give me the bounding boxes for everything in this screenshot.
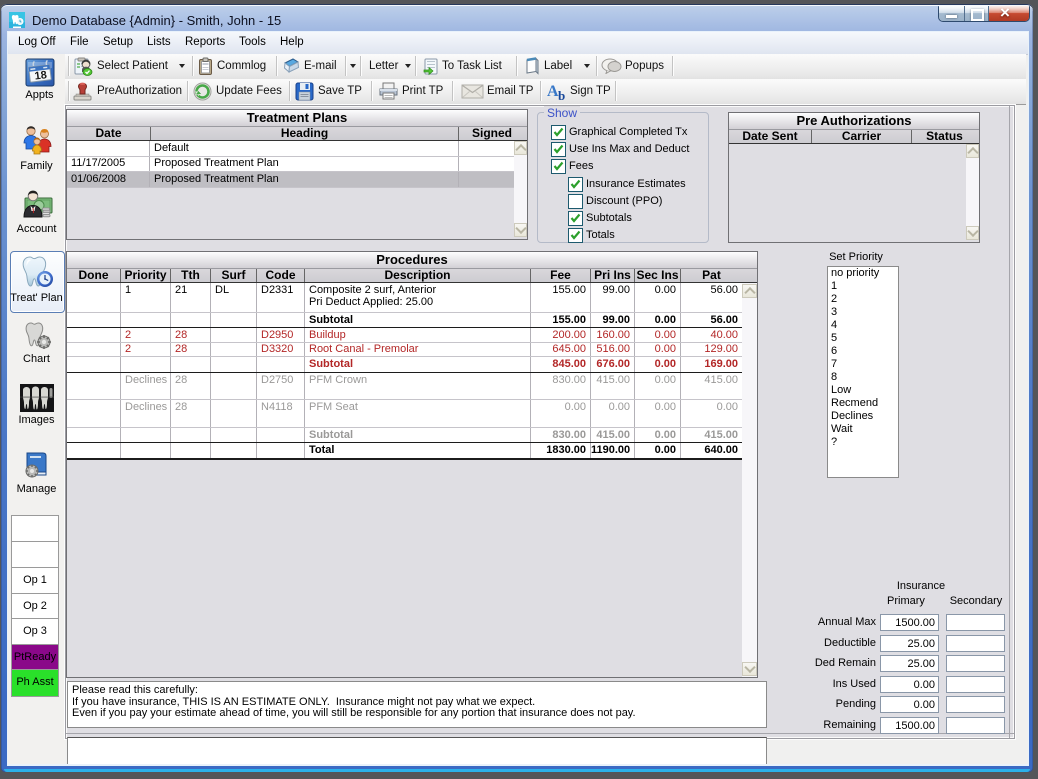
svg-text:18: 18 xyxy=(33,69,47,82)
svg-text:b: b xyxy=(558,88,565,101)
